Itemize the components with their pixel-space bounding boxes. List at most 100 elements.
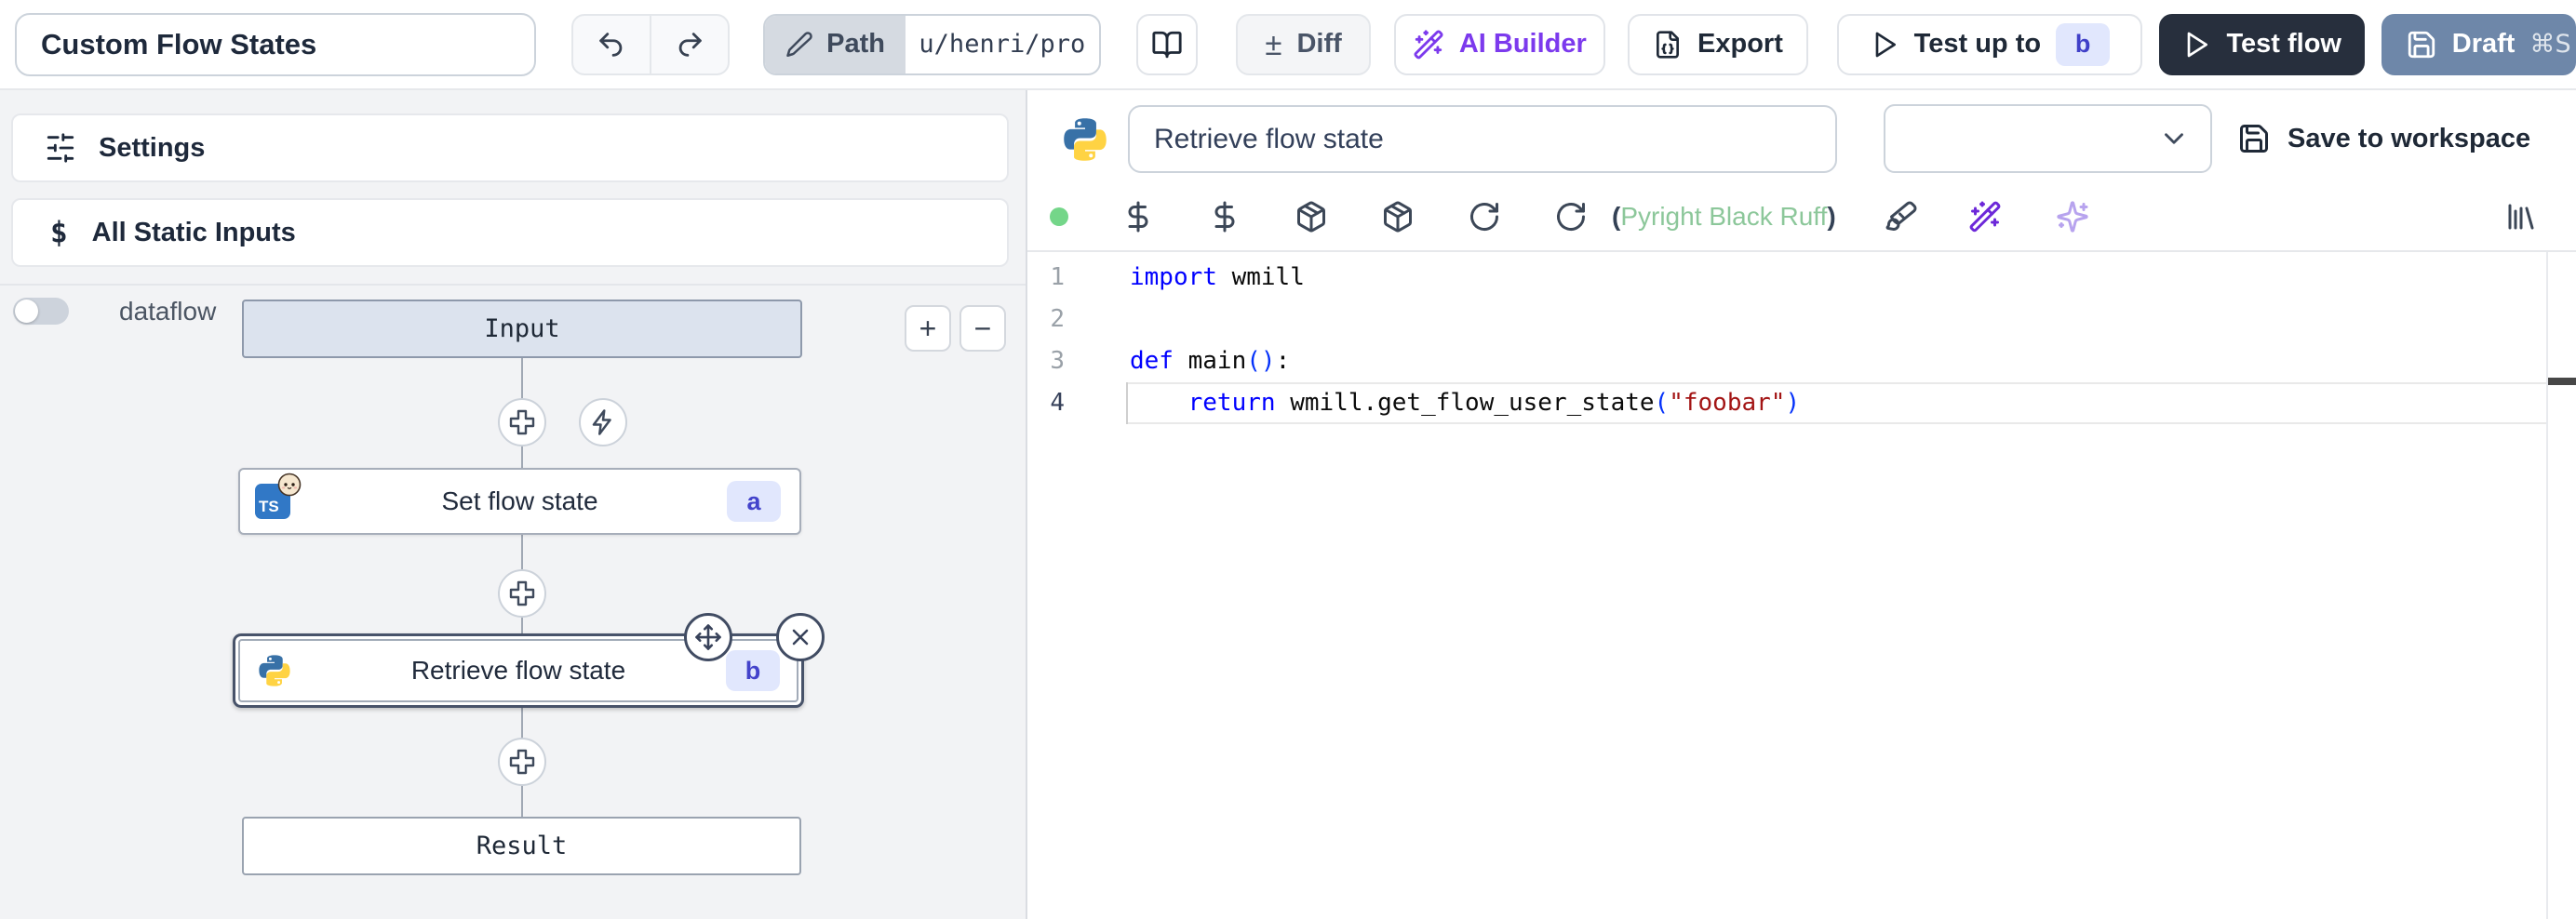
python-icon	[1061, 115, 1109, 164]
lightning-icon	[589, 408, 617, 436]
chevron-down-icon	[2158, 123, 2190, 154]
set-flow-state-label: Set flow state	[240, 486, 799, 516]
ai-builder-label: AI Builder	[1459, 29, 1587, 60]
settings-row[interactable]: Settings	[11, 113, 1009, 182]
undo-button[interactable]	[573, 16, 650, 73]
package-icon[interactable]	[1381, 200, 1415, 233]
export-button[interactable]: Export	[1628, 14, 1808, 75]
minus-icon: −	[974, 312, 992, 346]
test-up-to-label: Test up to	[1914, 29, 2041, 60]
flow-node-input[interactable]: Input	[242, 300, 802, 358]
panel-divider	[0, 284, 1026, 286]
step-id-badge-b: b	[726, 650, 780, 691]
code-line-4[interactable]: return wmill.get_flow_user_state("foobar…	[1126, 382, 2548, 424]
export-label: Export	[1697, 29, 1783, 60]
path-label-segment: Path	[765, 16, 906, 73]
delete-step-button[interactable]	[776, 613, 825, 661]
wand-icon	[1413, 29, 1444, 60]
static-inputs-label: All Static Inputs	[92, 218, 296, 248]
test-up-to-step-badge: b	[2056, 23, 2110, 66]
redo-button[interactable]	[650, 16, 728, 73]
step-editor-panel: Save to workspace (Pyright Black Ruff) 1…	[1027, 90, 2576, 919]
settings-label: Settings	[99, 133, 205, 164]
ai-wand-icon[interactable]	[1968, 200, 2002, 233]
redo-icon	[674, 29, 705, 60]
play-icon	[2181, 30, 2211, 60]
code-line-3[interactable]: def main():	[1126, 340, 2548, 382]
plus-circle-icon	[508, 579, 536, 607]
insert-trigger-button[interactable]	[579, 398, 627, 446]
code-line-2[interactable]	[1126, 299, 2548, 340]
save-to-workspace-button[interactable]: Save to workspace	[2237, 105, 2530, 172]
test-up-to-button[interactable]: Test up to b	[1837, 14, 2142, 75]
plus-circle-icon	[508, 748, 536, 776]
dataflow-toggle[interactable]	[13, 298, 69, 325]
save-to-workspace-label: Save to workspace	[2288, 124, 2530, 154]
test-flow-button[interactable]: Test flow	[2159, 14, 2365, 75]
sparkles-icon[interactable]	[2056, 200, 2089, 233]
save-draft-button[interactable]: Draft ⌘S	[2381, 14, 2576, 75]
insert-step-button[interactable]	[498, 398, 546, 446]
editor-toolbar: (Pyright Black Ruff)	[1027, 186, 2576, 247]
library-icon[interactable]	[2504, 200, 2538, 233]
undo-redo-group	[571, 14, 730, 75]
dollar-icon[interactable]	[1208, 200, 1241, 233]
package-icon[interactable]	[1295, 200, 1328, 233]
play-icon	[1870, 30, 1899, 60]
graph-zoom-in-button[interactable]: +	[905, 305, 951, 352]
flow-name-input[interactable]	[15, 13, 536, 76]
dollar-icon: $	[50, 216, 68, 249]
toggle-knob	[15, 300, 38, 323]
top-toolbar: Path u/henri/pro ± Diff AI Builder Expor…	[0, 0, 2576, 90]
pencil-icon	[785, 31, 813, 59]
flow-node-set-flow-state[interactable]: TS Set flow state a	[238, 468, 801, 535]
save-icon	[2406, 29, 2437, 60]
plus-icon: +	[919, 312, 937, 346]
insert-step-button[interactable]	[498, 738, 546, 786]
result-node-label: Result	[476, 832, 568, 860]
input-node-label: Input	[484, 314, 559, 343]
dataflow-label: dataflow	[119, 297, 216, 326]
docs-button[interactable]	[1136, 14, 1199, 75]
save-icon	[2237, 122, 2271, 155]
code-editor[interactable]: 1234 import wmill def main(): return wmil…	[1027, 252, 2576, 919]
move-step-handle[interactable]	[684, 613, 732, 661]
path-label: Path	[826, 29, 885, 60]
draft-shortcut: ⌘S	[2529, 30, 2570, 59]
undo-icon	[596, 29, 627, 60]
tag-dropdown[interactable]	[1884, 104, 2212, 173]
all-static-inputs-row[interactable]: $ All Static Inputs	[11, 198, 1009, 267]
format-brush-icon[interactable]	[1885, 200, 1918, 233]
plus-minus-icon: ±	[1265, 27, 1281, 62]
step-name-input[interactable]	[1128, 105, 1837, 173]
diff-button[interactable]: ± Diff	[1236, 14, 1370, 75]
main-split: Settings $ All Static Inputs dataflow In…	[0, 90, 2576, 919]
code-assistants-status: (Pyright Black Ruff)	[1612, 202, 1836, 232]
test-flow-label: Test flow	[2226, 29, 2341, 60]
status-dot	[1050, 207, 1068, 226]
code-line-1[interactable]: import wmill	[1126, 257, 2548, 299]
editor-overview-ruler-border	[2546, 252, 2548, 919]
move-icon	[694, 623, 722, 651]
refresh-icon[interactable]	[1554, 200, 1588, 233]
insert-step-button[interactable]	[498, 569, 546, 618]
flow-node-result[interactable]: Result	[242, 817, 801, 875]
export-file-icon	[1653, 30, 1683, 60]
step-id-badge-a: a	[727, 481, 781, 522]
close-icon	[787, 624, 813, 650]
diff-label: Diff	[1296, 29, 1341, 60]
draft-label: Draft	[2452, 29, 2516, 60]
sliders-icon	[45, 132, 76, 164]
editor-gutter: 1234	[1027, 257, 1065, 424]
path-button[interactable]: Path u/henri/pro	[763, 14, 1100, 75]
plus-circle-icon	[508, 408, 536, 436]
ai-builder-button[interactable]: AI Builder	[1394, 14, 1605, 75]
path-value: u/henri/pro	[906, 30, 1099, 59]
book-icon	[1151, 29, 1183, 60]
flow-graph-panel: Settings $ All Static Inputs dataflow In…	[0, 90, 1027, 919]
dollar-icon[interactable]	[1121, 200, 1155, 233]
refresh-icon[interactable]	[1468, 200, 1501, 233]
editor-cursor-ruler-mark	[2548, 378, 2576, 385]
editor-code[interactable]: import wmill def main(): return wmill.get…	[1126, 257, 2548, 424]
graph-zoom-out-button[interactable]: −	[959, 305, 1006, 352]
